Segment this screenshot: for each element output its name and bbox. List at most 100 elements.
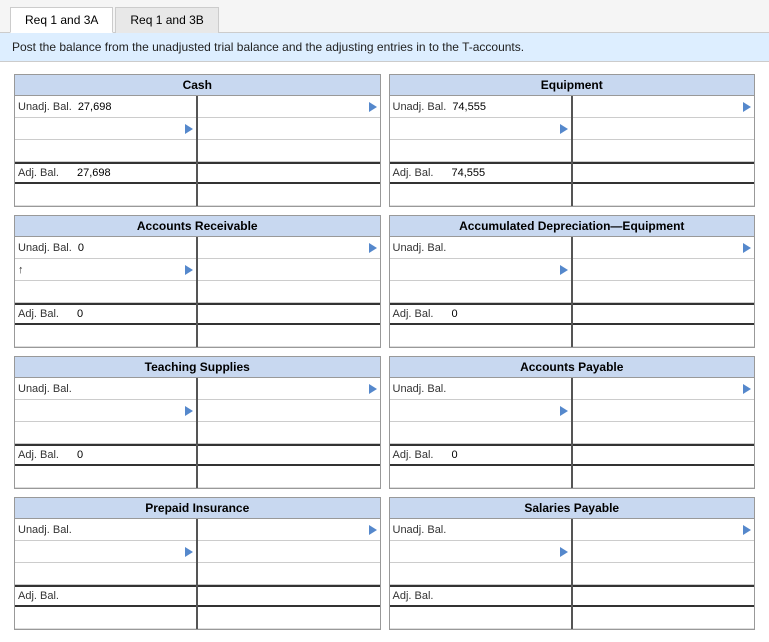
right-row-0 xyxy=(573,96,754,118)
right-row-0 xyxy=(198,378,379,400)
left-row-1 xyxy=(390,400,571,422)
t-account-right-teaching-supplies xyxy=(198,378,379,488)
balance-row-left-cash: Adj. Bal.27,698 xyxy=(15,162,196,184)
tab-req1-3a[interactable]: Req 1 and 3A xyxy=(10,7,113,33)
tab-req1-3b[interactable]: Req 1 and 3B xyxy=(115,7,218,33)
left-row-2 xyxy=(390,140,571,162)
balance-row-right-accumulated-depreciation-equipment xyxy=(573,303,754,325)
balance-row-right-accounts-receivable xyxy=(198,303,379,325)
left-row-1 xyxy=(390,118,571,140)
balance-row-left-equipment: Adj. Bal.74,555 xyxy=(390,162,571,184)
arrow-right-icon xyxy=(369,102,377,112)
row-label: ↑ xyxy=(18,264,73,276)
right-row-2 xyxy=(198,281,379,303)
right-row-2 xyxy=(198,140,379,162)
right-row-0 xyxy=(573,378,754,400)
row-label: Unadj. Bal. xyxy=(18,524,74,536)
t-account-right-cash xyxy=(198,96,379,206)
balance-row-right-prepaid-insurance xyxy=(198,585,379,607)
right-row-0 xyxy=(198,96,379,118)
arrow-right-icon xyxy=(743,525,751,535)
balance-row-right-cash xyxy=(198,162,379,184)
balance-row-left-accumulated-depreciation-equipment: Adj. Bal.0 xyxy=(390,303,571,325)
t-account-header-accounts-payable: Accounts Payable xyxy=(390,357,755,378)
left-row-2 xyxy=(15,563,196,585)
t-account-header-prepaid-insurance: Prepaid Insurance xyxy=(15,498,380,519)
right-row-0 xyxy=(198,237,379,259)
left-row-0: Unadj. Bal. xyxy=(390,378,571,400)
right-row-2 xyxy=(573,563,754,585)
row-label: Unadj. Bal. xyxy=(18,101,74,113)
row-label: Unadj. Bal. xyxy=(393,242,449,254)
t-account-right-equipment xyxy=(573,96,754,206)
left-row-2 xyxy=(390,422,571,444)
t-account-header-teaching-supplies: Teaching Supplies xyxy=(15,357,380,378)
t-account-right-prepaid-insurance xyxy=(198,519,379,629)
right-row-2 xyxy=(573,281,754,303)
t-account-equipment: EquipmentUnadj. Bal.74,555Adj. Bal.74,55… xyxy=(389,74,756,207)
t-account-left-cash: Unadj. Bal.27,698Adj. Bal.27,698 xyxy=(15,96,198,206)
row-label: Unadj. Bal. xyxy=(393,101,449,113)
right-row-1 xyxy=(198,259,379,281)
row-label: Unadj. Bal. xyxy=(18,383,74,395)
t-account-header-equipment: Equipment xyxy=(390,75,755,96)
t-account-left-salaries-payable: Unadj. Bal. Adj. Bal. xyxy=(390,519,573,629)
right-row-2 xyxy=(198,422,379,444)
t-account-accounts-receivable: Accounts ReceivableUnadj. Bal.0↑Adj. Bal… xyxy=(14,215,381,348)
balance-row-left-salaries-payable: Adj. Bal. xyxy=(390,585,571,607)
left-row-0: Unadj. Bal. xyxy=(15,519,196,541)
left-row-1 xyxy=(15,400,196,422)
t-account-left-teaching-supplies: Unadj. Bal.Adj. Bal.0 xyxy=(15,378,198,488)
balance-row-right-accounts-payable xyxy=(573,444,754,466)
left-row-0: Unadj. Bal. xyxy=(390,519,571,541)
balance-row-right-teaching-supplies xyxy=(198,444,379,466)
row-label: Unadj. Bal. xyxy=(393,524,449,536)
arrow-right-icon xyxy=(369,243,377,253)
left-row-2 xyxy=(390,563,571,585)
row-label: Unadj. Bal. xyxy=(18,242,74,254)
arrow-right-icon xyxy=(185,547,193,557)
row-value: 0 xyxy=(74,242,193,254)
left-row-2 xyxy=(15,281,196,303)
row-value: 74,555 xyxy=(448,101,567,113)
t-account-header-accumulated-depreciation-equipment: Accumulated Depreciation—Equipment xyxy=(390,216,755,237)
arrow-right-icon xyxy=(743,102,751,112)
t-account-right-accumulated-depreciation-equipment xyxy=(573,237,754,347)
arrow-right-icon xyxy=(185,124,193,134)
t-account-grid: CashUnadj. Bal.27,698Adj. Bal.27,698 Equi… xyxy=(0,62,769,642)
left-row-0: Unadj. Bal.74,555 xyxy=(390,96,571,118)
left-row-2 xyxy=(15,422,196,444)
balance-row-left-accounts-receivable: Adj. Bal.0 xyxy=(15,303,196,325)
t-account-salaries-payable: Salaries PayableUnadj. Bal.Adj. Bal. xyxy=(389,497,756,630)
arrow-right-icon xyxy=(743,384,751,394)
balance-row-left-accounts-payable: Adj. Bal.0 xyxy=(390,444,571,466)
left-row-1 xyxy=(390,259,571,281)
t-account-accumulated-depreciation-equipment: Accumulated Depreciation—EquipmentUnadj.… xyxy=(389,215,756,348)
t-account-right-salaries-payable xyxy=(573,519,754,629)
right-row-1 xyxy=(573,118,754,140)
right-row-0 xyxy=(573,237,754,259)
row-label: Unadj. Bal. xyxy=(393,383,449,395)
right-row-2 xyxy=(573,422,754,444)
t-account-left-accounts-payable: Unadj. Bal. Adj. Bal.0 xyxy=(390,378,573,488)
arrow-right-icon xyxy=(743,243,751,253)
t-account-cash: CashUnadj. Bal.27,698Adj. Bal.27,698 xyxy=(14,74,381,207)
instruction-text: Post the balance from the unadjusted tri… xyxy=(0,33,769,62)
right-row-2 xyxy=(198,563,379,585)
t-account-header-cash: Cash xyxy=(15,75,380,96)
left-row-1: ↑ xyxy=(15,259,196,281)
t-account-left-accounts-receivable: Unadj. Bal.0↑ Adj. Bal.0 xyxy=(15,237,198,347)
right-row-1 xyxy=(198,541,379,563)
t-account-prepaid-insurance: Prepaid Insurance Unadj. Bal. Adj. Bal. xyxy=(14,497,381,630)
arrow-right-icon xyxy=(185,406,193,416)
t-account-accounts-payable: Accounts Payable Unadj. Bal. Adj. Bal.0 xyxy=(389,356,756,489)
left-row-1 xyxy=(390,541,571,563)
balance-row-right-equipment xyxy=(573,162,754,184)
right-row-0 xyxy=(573,519,754,541)
balance-row-right-salaries-payable xyxy=(573,585,754,607)
arrow-right-icon xyxy=(560,406,568,416)
balance-row-left-prepaid-insurance: Adj. Bal. xyxy=(15,585,196,607)
arrow-right-icon xyxy=(185,265,193,275)
t-account-left-accumulated-depreciation-equipment: Unadj. Bal. Adj. Bal.0 xyxy=(390,237,573,347)
left-row-1 xyxy=(15,118,196,140)
